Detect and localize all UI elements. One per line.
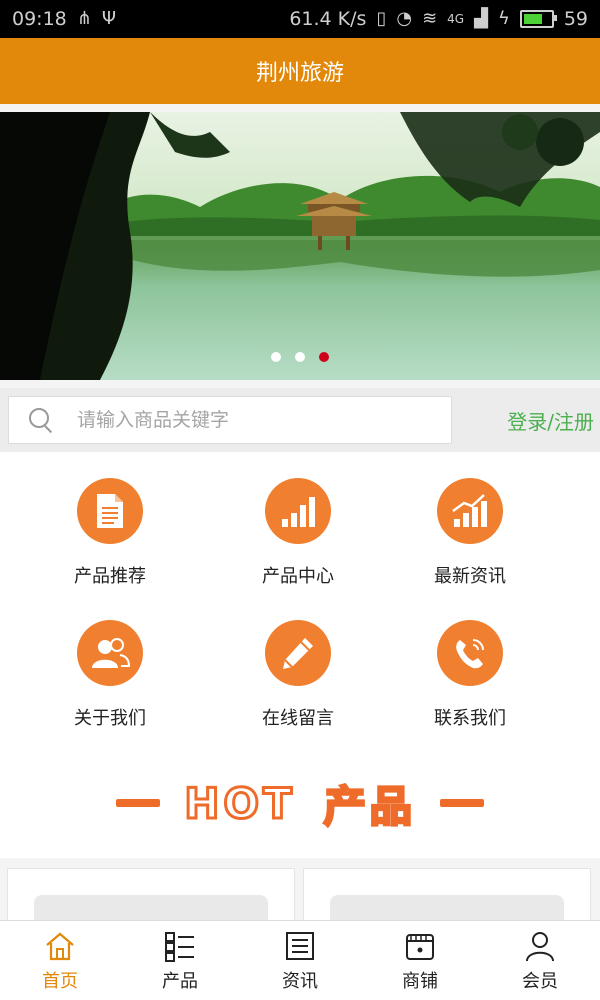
battery-level: 59 <box>563 8 588 30</box>
carousel-indicator <box>0 352 600 362</box>
tab-member[interactable]: 会员 <box>480 921 600 1000</box>
share-icon: ⋔ <box>76 8 92 29</box>
menu-label: 产品中心 <box>262 566 334 587</box>
users-icon <box>77 620 143 686</box>
alarm-icon: ◔ <box>396 8 413 29</box>
status-bar: 09:18 ⋔ Ψ 61.4 K/s ▯ ◔ ≋ 4G ▟ ϟ 59 <box>0 0 600 38</box>
carousel-dot[interactable] <box>295 352 305 362</box>
search-box[interactable] <box>8 396 452 444</box>
hot-label: HOT <box>183 777 296 829</box>
search-input[interactable] <box>75 408 419 432</box>
tab-products[interactable]: 产品 <box>120 921 240 1000</box>
menu-item-product-center[interactable]: 产品中心 <box>198 478 398 588</box>
menu-item-online-message[interactable]: 在线留言 <box>198 620 398 730</box>
pencil-icon <box>265 620 331 686</box>
menu-label: 在线留言 <box>262 708 334 729</box>
hot-products-heading: HOT 产品 <box>0 748 600 858</box>
bar-chart-icon <box>265 478 331 544</box>
carousel-dot[interactable] <box>271 352 281 362</box>
banner-carousel[interactable] <box>0 112 600 380</box>
vibrate-icon: ▯ <box>376 8 387 29</box>
carousel-dot-active[interactable] <box>319 352 329 362</box>
tab-home[interactable]: 首页 <box>0 921 120 1000</box>
document-icon <box>77 478 143 544</box>
charging-icon: ϟ <box>497 8 510 29</box>
bottom-tab-bar: 首页 产品 资讯 商铺 会员 <box>0 920 600 1000</box>
menu-item-latest-news[interactable]: 最新资讯 <box>370 478 570 588</box>
home-icon <box>46 932 74 960</box>
search-icon <box>29 408 53 432</box>
tab-shop[interactable]: 商铺 <box>360 921 480 1000</box>
battery-icon <box>519 10 557 28</box>
network-speed: 61.4 K/s <box>289 8 367 30</box>
signal-bars-icon: ▟ <box>474 8 488 29</box>
shop-icon <box>406 933 434 960</box>
login-register-link[interactable]: 登录/注册 <box>507 388 594 452</box>
menu-item-about-us[interactable]: 关于我们 <box>10 620 210 730</box>
usb-icon: Ψ <box>101 8 117 29</box>
product-card[interactable] <box>7 868 295 935</box>
tab-label: 资讯 <box>282 970 318 992</box>
app-header: 荆州旅游 <box>0 38 600 104</box>
heading-line-left <box>116 799 161 807</box>
menu-grid: 产品推荐 产品中心 最新资讯 关于我们 在线留言 联系我们 <box>0 452 600 748</box>
heading-line-right <box>439 799 484 807</box>
menu-label: 产品推荐 <box>74 566 146 587</box>
menu-label: 最新资讯 <box>434 566 506 587</box>
page-title: 荆州旅游 <box>255 61 344 86</box>
wifi-icon: ≋ <box>422 8 438 29</box>
tab-news[interactable]: 资讯 <box>240 921 360 1000</box>
tab-label: 首页 <box>42 970 78 992</box>
tab-label: 商铺 <box>402 970 438 992</box>
product-card[interactable] <box>303 868 591 935</box>
menu-label: 关于我们 <box>74 708 146 729</box>
list-icon <box>165 931 194 962</box>
search-row: 登录/注册 <box>0 388 600 452</box>
tab-label: 会员 <box>522 970 558 992</box>
menu-item-product-recommend[interactable]: 产品推荐 <box>10 478 210 588</box>
signal-icon: 4G <box>447 12 465 26</box>
news-icon <box>286 931 314 960</box>
user-icon <box>526 931 554 961</box>
menu-item-contact-us[interactable]: 联系我们 <box>370 620 570 730</box>
banner-image <box>0 112 600 380</box>
phone-icon <box>437 620 503 686</box>
clock: 09:18 <box>12 8 67 30</box>
tab-label: 产品 <box>162 970 198 992</box>
menu-label: 联系我们 <box>434 708 506 729</box>
trend-chart-icon <box>437 478 503 544</box>
product-list <box>0 858 600 935</box>
products-label: 产品 <box>322 780 416 832</box>
